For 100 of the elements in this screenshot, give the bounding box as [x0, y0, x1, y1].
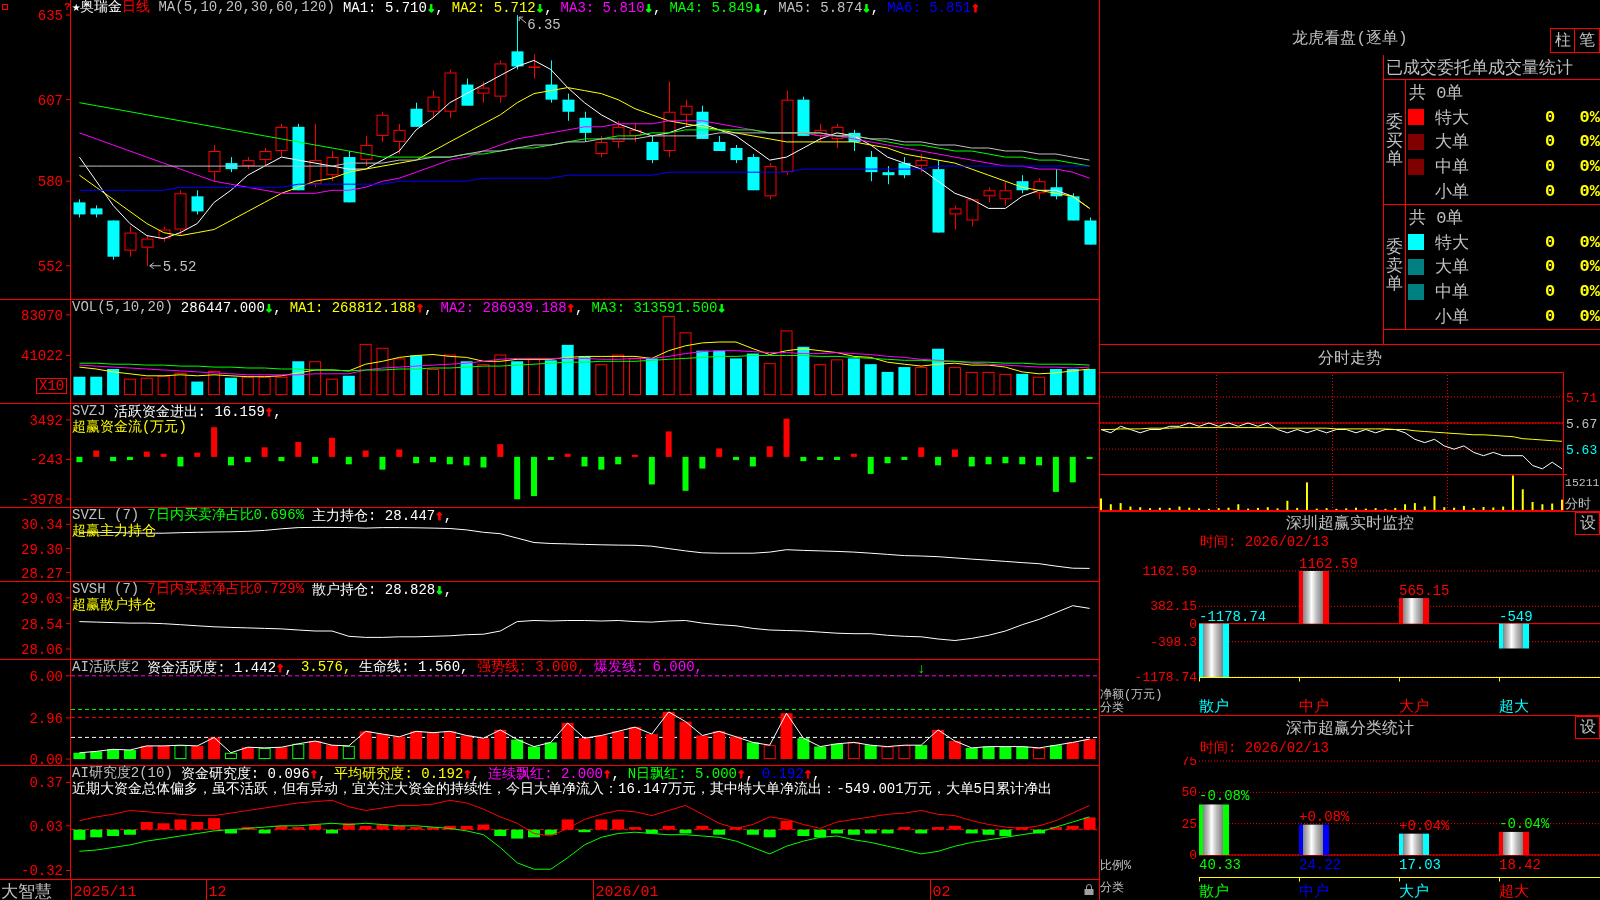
research-bar	[746, 829, 759, 835]
fund-flow-bar	[227, 456, 234, 466]
fund-flow-bar	[1002, 456, 1009, 464]
category-label: 超大	[1499, 884, 1529, 900]
axis-tick-label: 83070	[21, 307, 63, 324]
candlestick	[410, 102, 423, 128]
volume-bar	[814, 364, 827, 396]
volume-bar	[107, 369, 120, 396]
activity-bar	[1083, 739, 1096, 760]
net-amount-bar	[1299, 571, 1329, 624]
help-mark[interactable]: ?	[64, 1, 71, 13]
minute-volume-bar	[1168, 507, 1171, 510]
axis-tick-label: 5.63	[1566, 443, 1598, 459]
research-bar	[612, 819, 625, 830]
order-count: 0	[1543, 132, 1557, 152]
order-percent: 0%	[1578, 307, 1600, 327]
fund-flow-bar	[783, 418, 790, 457]
fund-flow-bar	[648, 456, 655, 485]
view-toggle-button[interactable]: 笔	[1575, 28, 1600, 53]
change-label: +0.08%	[1299, 808, 1350, 825]
order-percent: 0%	[1578, 157, 1600, 177]
volume-bar	[561, 344, 574, 396]
candlestick	[898, 156, 911, 179]
activity-bar	[898, 745, 911, 760]
research-bar	[696, 825, 709, 830]
legend-text: MA(5,10,20,30,60,120)	[158, 0, 335, 16]
axis-tick-label: 0	[1189, 616, 1197, 632]
research-bar	[1066, 825, 1079, 830]
activity-bar	[90, 751, 103, 760]
signal-arrow: ↓	[917, 661, 926, 677]
research-bar	[629, 827, 641, 830]
minute-volume-bar	[1158, 507, 1161, 510]
candlestick	[90, 204, 103, 218]
candlestick	[225, 156, 238, 173]
volume-bar	[746, 353, 759, 396]
activity-bar	[864, 745, 877, 760]
activity-bar	[1033, 747, 1046, 760]
volume-bar	[342, 375, 355, 396]
bar-value-label: 1162.59	[1299, 556, 1358, 572]
candlestick	[915, 153, 928, 173]
fund-flow-bar	[850, 453, 857, 457]
order-size-label: 小单	[1435, 182, 1470, 204]
activity-bar	[410, 731, 423, 760]
fund-flow-bar	[884, 456, 891, 464]
research-bar	[174, 819, 187, 830]
settings-button[interactable]: 设	[1575, 512, 1600, 535]
axis-title: 净额(万元)	[1100, 688, 1163, 702]
activity-bar	[393, 736, 406, 760]
settings-button[interactable]: 设	[1575, 716, 1600, 739]
volume-bar	[140, 377, 153, 396]
activity-bar	[814, 746, 827, 760]
date-axis-label: 2026/01	[595, 884, 659, 900]
fund-flow-bar	[766, 446, 773, 457]
volume-bar	[713, 350, 726, 396]
order-total: 共 0单	[1409, 82, 1464, 104]
axis-tick-label: 28.54	[21, 616, 63, 633]
order-percent: 0%	[1578, 232, 1600, 252]
category-label: 大户	[1399, 699, 1429, 715]
activity-bar	[174, 745, 187, 760]
fund-flow-bar	[598, 456, 605, 470]
fund-flow-bar	[110, 456, 117, 462]
activity-bar	[292, 743, 305, 760]
legend-text: 散户持仓: 28.828↓,	[312, 582, 453, 598]
candlestick	[814, 123, 827, 143]
fund-flow-bar	[699, 456, 706, 469]
legend-text: SVSH (7)	[72, 582, 140, 597]
candlestick	[865, 150, 878, 182]
fund-flow-bar	[867, 456, 874, 474]
research-bar	[797, 829, 810, 836]
volume-bar	[443, 354, 456, 396]
axis-tick-label: -243	[29, 452, 63, 469]
order-percent: 0%	[1578, 182, 1600, 202]
order-percent: 0%	[1578, 107, 1600, 127]
candlestick	[444, 68, 457, 119]
research-bar	[157, 823, 170, 830]
legend-text: SVZJ	[72, 404, 106, 419]
fund-flow-bar	[968, 456, 975, 467]
date-axis-label: 02	[932, 884, 951, 900]
legend-text: N日飘红: 5.000↑,	[627, 766, 754, 782]
lock-icon[interactable]	[1084, 884, 1094, 895]
research-bar	[241, 827, 254, 830]
research-bar	[915, 829, 928, 834]
order-size-label: 特大	[1435, 107, 1470, 129]
candlestick	[747, 153, 760, 191]
activity-bar	[612, 731, 625, 760]
legend-text: 主力持仓: 28.447↑,	[312, 508, 453, 524]
axis-tick-label: 30.34	[21, 517, 63, 534]
axis-tick-label: 635	[37, 8, 63, 25]
view-toggle-button[interactable]: 柱	[1550, 28, 1575, 53]
minute-volume-bar	[1227, 507, 1230, 510]
activity-bar	[427, 732, 439, 760]
order-size-label: 大单	[1435, 257, 1470, 279]
volume-bar	[999, 373, 1012, 396]
order-count: 0	[1543, 182, 1557, 202]
minute-volume-bar	[1266, 507, 1269, 510]
panel-title: 分时走势	[1318, 348, 1382, 369]
minute-volume-bar	[1188, 507, 1191, 510]
axis-tick-label: 2.96	[29, 711, 63, 727]
bar-value-label: -1178.74	[1199, 608, 1267, 625]
fund-flow-bar	[312, 456, 319, 464]
